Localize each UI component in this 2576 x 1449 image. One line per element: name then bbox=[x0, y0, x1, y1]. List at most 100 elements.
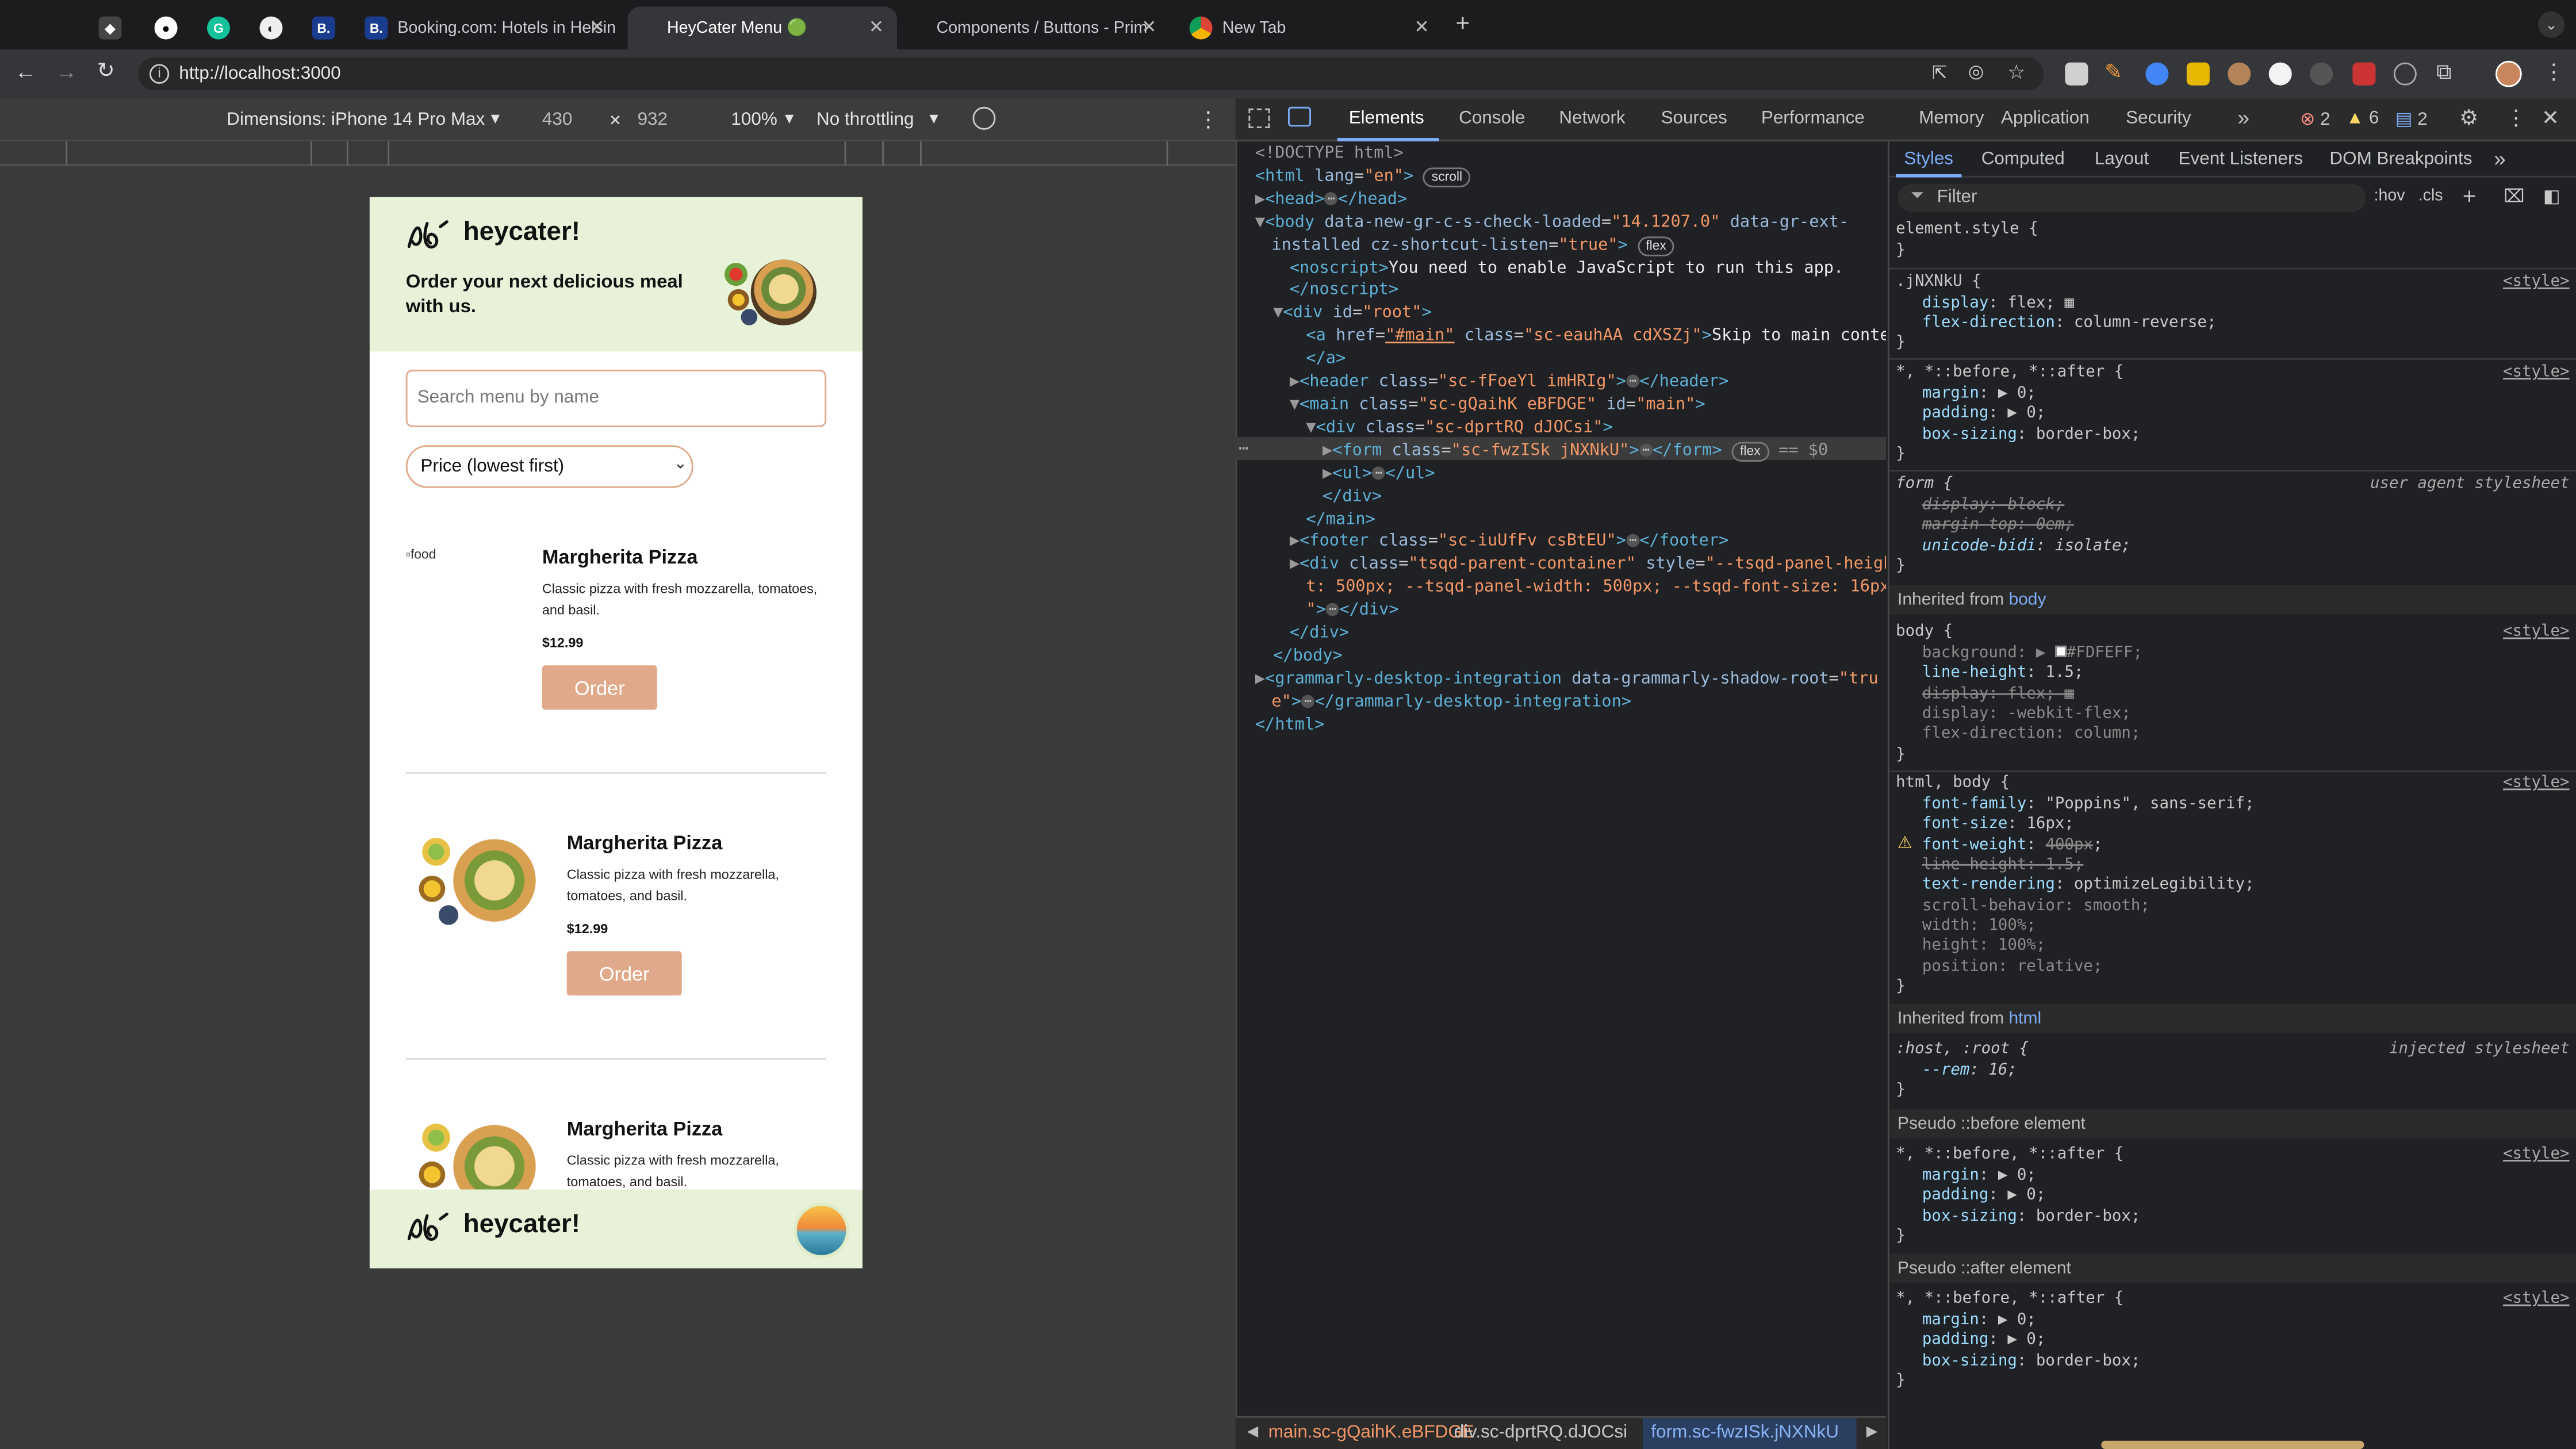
more-options-icon[interactable]: ⋮ bbox=[1198, 107, 1219, 133]
dom-line[interactable]: </div> bbox=[1255, 623, 1886, 646]
dom-line[interactable]: "> ⋯ </div> bbox=[1255, 600, 1886, 623]
extension-icon[interactable] bbox=[2186, 62, 2210, 86]
subtab-event-listeners[interactable]: Event Listeners bbox=[2179, 150, 2303, 169]
dom-line[interactable]: ▶<head> ⋯ </head> bbox=[1255, 189, 1886, 212]
tab-elements[interactable]: Elements bbox=[1349, 109, 1424, 128]
site-info-icon[interactable]: i bbox=[150, 64, 170, 84]
extension-icon[interactable] bbox=[2393, 62, 2417, 86]
tab-github[interactable]: ● bbox=[154, 6, 187, 49]
tab-performance[interactable]: Performance bbox=[1761, 109, 1865, 128]
new-rule-plus-icon[interactable]: + bbox=[2463, 182, 2476, 209]
dom-line[interactable]: ▼<body data-new-gr-c-s-check-loaded="14.… bbox=[1255, 212, 1886, 235]
dom-line[interactable]: ▶<footer class="sc-iuUfFv csBtEU"> ⋯ </foo… bbox=[1255, 531, 1886, 554]
subtab-styles[interactable]: Styles bbox=[1904, 150, 1953, 169]
tab-application[interactable]: Application bbox=[2001, 109, 2090, 128]
dom-line[interactable]: <noscript>You need to enable JavaScript … bbox=[1255, 257, 1886, 280]
dom-line[interactable]: ▶<ul> ⋯ </ul> bbox=[1255, 463, 1886, 486]
width-input[interactable]: 430 bbox=[542, 110, 572, 129]
tab-new[interactable]: New Tab ✕ bbox=[1179, 6, 1442, 49]
pencil-extension-icon[interactable]: ✎ bbox=[2104, 59, 2122, 86]
breadcrumb-form[interactable]: form.sc-fwzISk.jNXNkU bbox=[1651, 1423, 1839, 1442]
zoom-select[interactable]: 100% bbox=[731, 110, 777, 129]
tab-security[interactable]: Security bbox=[2126, 109, 2191, 128]
close-devtools-icon[interactable]: ✕ bbox=[2542, 105, 2559, 132]
dom-line[interactable]: ▼<div id="root"> bbox=[1255, 303, 1886, 326]
tab-pinned-4[interactable]: ◐ bbox=[259, 6, 292, 49]
reload-icon[interactable]: ↻ bbox=[97, 57, 115, 84]
flex-badge[interactable]: flex bbox=[1731, 441, 1769, 462]
style-source-link[interactable]: <style> bbox=[2503, 1290, 2570, 1308]
node-actions-icon[interactable]: ⋯ bbox=[1239, 439, 1248, 462]
style-source-link[interactable]: <style> bbox=[2503, 273, 2570, 290]
tab-booking[interactable]: B. Booking.com: Hotels in Helsin ✕ bbox=[355, 6, 618, 49]
dom-line[interactable]: <a href="#main" class="sc-eauhAA cdXSZj"… bbox=[1255, 325, 1886, 348]
tab-pinned-1[interactable]: ◆ bbox=[98, 6, 131, 49]
dom-line[interactable]: </main> bbox=[1255, 508, 1886, 531]
tab-console[interactable]: Console bbox=[1459, 109, 1525, 128]
forward-icon[interactable]: → bbox=[56, 59, 77, 84]
address-bar[interactable]: i http://localhost:3000 ⇱ ◎ ☆ bbox=[138, 57, 2044, 91]
extensions-puzzle-icon[interactable]: ⧉ bbox=[2436, 59, 2452, 86]
dom-line[interactable]: ▶<div class="tsqd-parent-container" styl… bbox=[1255, 554, 1886, 577]
warning-icon[interactable]: ⚠ bbox=[1897, 834, 1912, 852]
flex-badge[interactable]: flex bbox=[1637, 236, 1675, 256]
extension-icon[interactable] bbox=[2352, 62, 2376, 86]
settings-gear-icon[interactable]: ⚙ bbox=[2459, 105, 2478, 132]
tropical-island-icon[interactable] bbox=[793, 1202, 850, 1259]
dom-line[interactable]: </a> bbox=[1255, 348, 1886, 371]
toggle-sidebar-icon[interactable]: ◧ bbox=[2543, 186, 2560, 207]
extension-icon[interactable] bbox=[2145, 62, 2169, 86]
breadcrumb-div[interactable]: div.sc-dprtRQ.dJOCsi bbox=[1454, 1423, 1628, 1442]
height-input[interactable]: 932 bbox=[638, 110, 668, 129]
message-count-badge[interactable]: ▤ 2 bbox=[2395, 109, 2428, 129]
rotate-icon[interactable] bbox=[972, 106, 996, 130]
dom-line[interactable]: t: 500px; --tsqd-panel-width: 500px; --t… bbox=[1255, 577, 1886, 600]
tab-components[interactable]: Components / Buttons - Prim ✕ bbox=[907, 6, 1170, 49]
more-menu-icon[interactable]: ⋮ bbox=[2543, 59, 2564, 86]
dom-line[interactable]: ▼<div class="sc-dprtRQ dJOCsi"> bbox=[1255, 417, 1886, 440]
subtab-computed[interactable]: Computed bbox=[1981, 150, 2065, 169]
subtab-layout[interactable]: Layout bbox=[2095, 150, 2149, 169]
dom-line[interactable]: e"> ⋯ </grammarly-desktop-integration> bbox=[1255, 691, 1886, 714]
scroll-right-icon[interactable]: ▶ bbox=[1866, 1423, 1878, 1440]
inspect-element-icon[interactable] bbox=[1248, 108, 1270, 128]
eye-off-icon[interactable]: ◎ bbox=[1968, 61, 1984, 82]
throttling-select[interactable]: No throttling bbox=[816, 110, 914, 129]
error-count-badge[interactable]: ⊗ 2 bbox=[2300, 109, 2330, 129]
paint-brush-icon[interactable]: ⌧ bbox=[2504, 186, 2524, 207]
extension-icon[interactable] bbox=[2268, 62, 2292, 86]
order-button[interactable]: Order bbox=[566, 951, 682, 996]
back-icon[interactable]: ← bbox=[15, 59, 36, 84]
tab-sources[interactable]: Sources bbox=[1661, 109, 1727, 128]
tab-search-icon[interactable]: ⌄ bbox=[2538, 12, 2564, 38]
class-toggle[interactable]: .cls bbox=[2418, 187, 2443, 205]
profile-avatar[interactable] bbox=[2496, 60, 2522, 87]
tab-heycater[interactable]: HeyCater Menu 🟢 ✕ bbox=[627, 6, 897, 49]
order-button[interactable]: Order bbox=[542, 665, 657, 710]
close-tab-icon[interactable]: ✕ bbox=[1414, 17, 1429, 38]
dom-line[interactable]: </noscript> bbox=[1255, 280, 1886, 303]
styles-filter-input[interactable]: ⏷ Filter bbox=[1897, 184, 2366, 212]
tab-booking-small[interactable]: B. bbox=[312, 6, 345, 49]
tab-network[interactable]: Network bbox=[1559, 109, 1625, 128]
dom-line[interactable]: ▼<main class="sc-gQaihK eBFDGE" id="main… bbox=[1255, 394, 1886, 417]
open-in-app-icon[interactable]: ⇱ bbox=[1932, 63, 1947, 83]
scroll-left-icon[interactable]: ◀ bbox=[1247, 1423, 1259, 1440]
extension-icon[interactable] bbox=[2065, 62, 2088, 86]
tab-grammarly[interactable]: G bbox=[207, 6, 240, 49]
close-tab-icon[interactable]: ✕ bbox=[1141, 17, 1156, 38]
resize-handle[interactable] bbox=[2101, 1440, 2364, 1449]
dom-line[interactable]: </div> bbox=[1255, 486, 1886, 509]
dom-line[interactable]: installed cz-shortcut-listen="true"> fle… bbox=[1255, 235, 1886, 258]
dom-line[interactable]: </html> bbox=[1255, 714, 1886, 737]
extension-icon[interactable] bbox=[2310, 62, 2333, 86]
hover-state-toggle[interactable]: :hov bbox=[2374, 187, 2405, 205]
dom-line[interactable]: ▶<header class="sc-fFoeYl imHRIg"> ⋯ </hea… bbox=[1255, 371, 1886, 394]
close-tab-icon[interactable]: ✕ bbox=[589, 17, 604, 38]
tab-memory[interactable]: Memory bbox=[1919, 109, 1984, 128]
dom-line[interactable]: </body> bbox=[1255, 646, 1886, 669]
bookmark-star-icon[interactable]: ☆ bbox=[2007, 61, 2025, 84]
close-tab-icon[interactable]: ✕ bbox=[869, 17, 884, 38]
style-source-link[interactable]: <style> bbox=[2503, 623, 2570, 641]
device-select[interactable]: Dimensions: iPhone 14 Pro Max bbox=[227, 110, 485, 129]
